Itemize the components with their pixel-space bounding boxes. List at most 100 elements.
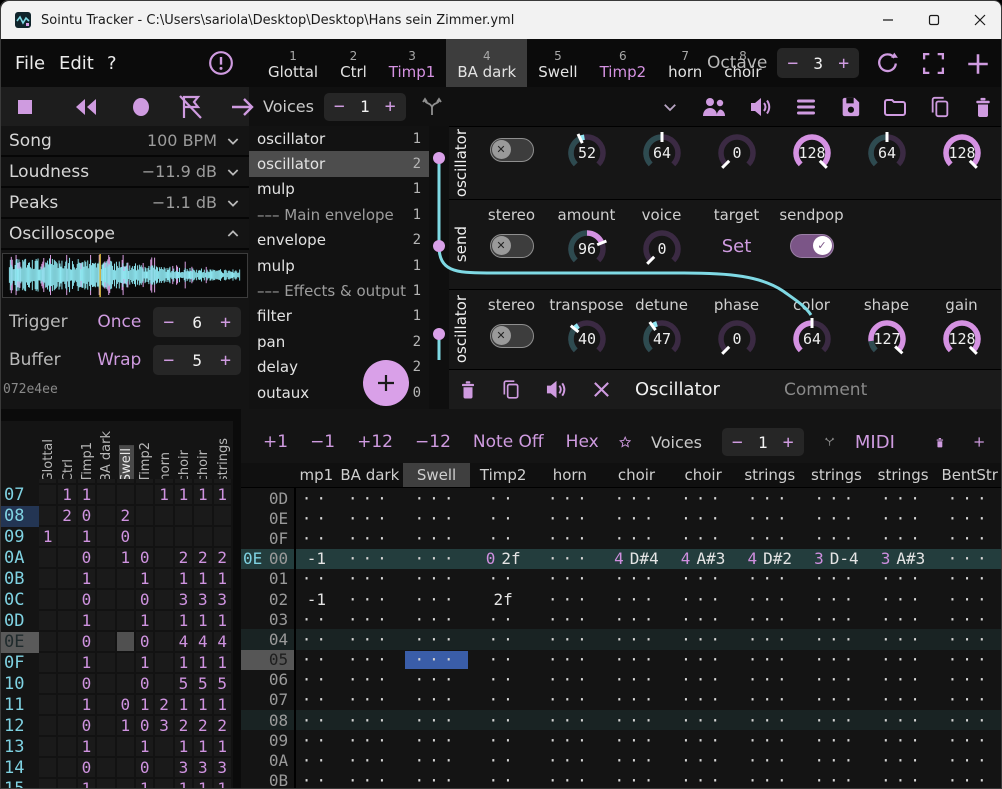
pattern-cell[interactable]: 1	[175, 779, 194, 789]
note-cell[interactable]: ···	[603, 670, 670, 690]
track-header-choir[interactable]: choir	[603, 463, 670, 487]
note-cell[interactable]: ···	[870, 528, 937, 548]
pattern-cell[interactable]	[58, 758, 77, 779]
pattern-cell[interactable]: 1	[78, 737, 97, 758]
note-row-label[interactable]: 0D	[241, 488, 296, 508]
pattern-cell[interactable]: 4	[214, 632, 233, 653]
note-toolbar-button-hex[interactable]: Hex	[566, 432, 599, 452]
unit-list-item-mulp[interactable]: mulp1	[249, 253, 429, 278]
note-toolbar-button-1[interactable]: +1	[263, 432, 288, 452]
note-cell[interactable]: ··	[296, 771, 336, 789]
pattern-column-header-choir[interactable]: choir	[175, 421, 194, 485]
note-cell[interactable]: ···	[803, 488, 870, 508]
note-row-label[interactable]: 02	[241, 589, 296, 609]
fullscreen-icon[interactable]	[921, 51, 946, 76]
pattern-cell[interactable]: 1	[78, 569, 97, 590]
pattern-cell[interactable]	[39, 485, 58, 506]
pattern-cell[interactable]: 1	[78, 695, 97, 716]
param-knob[interactable]: 47	[637, 315, 687, 362]
param-knob[interactable]: 96	[562, 225, 612, 272]
unit-list-item-pan[interactable]: pan2	[249, 329, 429, 354]
note-cell[interactable]: ···	[337, 670, 404, 690]
note-cell[interactable]: ··	[470, 710, 537, 730]
stop-icon[interactable]	[15, 97, 35, 117]
note-cell[interactable]: ···	[670, 730, 737, 750]
track-header-bentstr[interactable]: BentStr	[936, 463, 1002, 487]
pattern-cell[interactable]: 1	[194, 611, 213, 632]
tab-instrument-timp1[interactable]: 3Timp1	[378, 39, 447, 87]
pattern-cell[interactable]	[39, 632, 58, 653]
pattern-cell[interactable]	[155, 506, 174, 527]
note-cell[interactable]: ···	[870, 589, 937, 609]
pattern-cell[interactable]	[39, 653, 58, 674]
note-cell[interactable]: ··	[470, 690, 537, 710]
note-cell[interactable]: ··	[296, 690, 336, 710]
note-cell[interactable]: 4D#4	[603, 549, 670, 569]
note-cell[interactable]: ···	[870, 650, 937, 670]
param-knob[interactable]: 128	[937, 315, 987, 362]
note-toolbar-button-1[interactable]: −1	[310, 432, 335, 452]
note-cell[interactable]: ··	[296, 609, 336, 629]
note-cell[interactable]: ···	[536, 670, 603, 690]
track-header-ba-dark[interactable]: BA dark	[337, 463, 404, 487]
pattern-cell[interactable]: 1	[214, 569, 233, 590]
note-cell[interactable]: -1	[296, 589, 336, 609]
note-cell[interactable]: ··	[296, 670, 336, 690]
pattern-cell[interactable]	[97, 632, 116, 653]
note-row-label[interactable]: 09	[241, 730, 296, 750]
note-cell[interactable]: ···	[337, 710, 404, 730]
note-cell[interactable]: ··	[296, 528, 336, 548]
note-cell[interactable]: ···	[603, 710, 670, 730]
note-cell[interactable]: 3D-4	[803, 549, 870, 569]
pattern-cell[interactable]	[155, 779, 174, 789]
maximize-button[interactable]	[911, 1, 957, 39]
pattern-cell[interactable]: 1	[214, 737, 233, 758]
pattern-column-header-swell[interactable]: Swell	[117, 421, 136, 485]
pattern-cell[interactable]: 1	[136, 695, 155, 716]
pattern-cell[interactable]: 3	[175, 590, 194, 611]
track-header-strings[interactable]: strings	[870, 463, 937, 487]
octave-increment[interactable]: +	[828, 53, 859, 74]
menu-help[interactable]: ?	[101, 39, 123, 87]
note-cell[interactable]: ···	[670, 750, 737, 770]
song-panel-icon[interactable]	[795, 97, 817, 117]
pattern-cell[interactable]	[97, 485, 116, 506]
note-cell[interactable]: ··	[470, 670, 537, 690]
note-cell[interactable]: ···	[536, 629, 603, 649]
pattern-cell[interactable]	[39, 716, 58, 737]
octave-decrement[interactable]: −	[777, 53, 808, 74]
unit-list-item-oscillator[interactable]: oscillator2	[249, 151, 429, 176]
trigger-mode-button[interactable]: Once	[97, 312, 141, 332]
pattern-cell[interactable]: 1	[136, 779, 155, 789]
note-cell[interactable]: ···	[337, 730, 404, 750]
pattern-column-header-timp1[interactable]: Timp1	[78, 421, 97, 485]
note-cell[interactable]: ···	[936, 528, 1002, 548]
note-cell[interactable]: ··	[470, 569, 537, 589]
pattern-cell[interactable]: 1	[175, 737, 194, 758]
note-row-label[interactable]: 08	[241, 710, 296, 730]
pattern-row-label[interactable]: 13	[1, 737, 39, 758]
delete-unit-icon[interactable]	[459, 379, 477, 400]
note-cell[interactable]: ···	[803, 650, 870, 670]
pattern-cell[interactable]	[117, 632, 136, 653]
note-cell[interactable]: ···	[803, 730, 870, 750]
note-cell[interactable]: ···	[603, 508, 670, 528]
note-cell[interactable]: ···	[536, 710, 603, 730]
note-cell[interactable]: ···	[936, 750, 1002, 770]
pattern-cell[interactable]: 0	[78, 758, 97, 779]
note-cell[interactable]: ···	[536, 589, 603, 609]
pattern-cell[interactable]	[214, 506, 233, 527]
pattern-cell[interactable]: 1	[78, 611, 97, 632]
pattern-cell[interactable]	[97, 527, 116, 548]
pattern-cell[interactable]: 1	[155, 485, 174, 506]
note-cell[interactable]: ···	[536, 771, 603, 789]
note-cell[interactable]: ···	[403, 609, 470, 629]
pattern-cell[interactable]: 1	[175, 611, 194, 632]
follow-off-icon[interactable]	[177, 94, 205, 120]
pattern-cell[interactable]	[214, 527, 233, 548]
pattern-cell[interactable]: 2	[175, 716, 194, 737]
pattern-cell[interactable]	[136, 527, 155, 548]
panel-row-oscilloscope[interactable]: Oscilloscope	[1, 219, 249, 250]
note-cell[interactable]: ···	[403, 629, 470, 649]
param-toggle[interactable]: ✕	[490, 234, 534, 258]
